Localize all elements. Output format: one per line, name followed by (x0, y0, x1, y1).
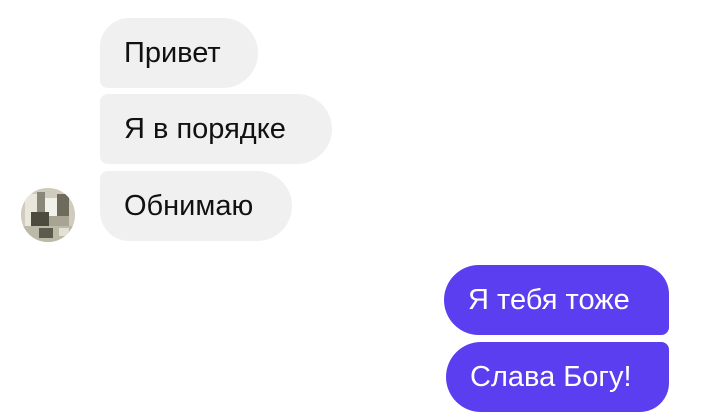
contact-avatar[interactable] (21, 188, 75, 242)
incoming-message[interactable]: Я в порядке (100, 94, 332, 164)
avatar-photo-icon (21, 188, 75, 242)
incoming-message[interactable]: Обнимаю (100, 171, 292, 241)
incoming-message[interactable]: Привет (100, 18, 258, 88)
chat-thread: Привет Я в порядке Обнимаю Я тебя тоже С… (0, 0, 715, 412)
outgoing-message[interactable]: Слава Богу! (446, 342, 669, 412)
outgoing-message[interactable]: Я тебя тоже (444, 265, 669, 335)
